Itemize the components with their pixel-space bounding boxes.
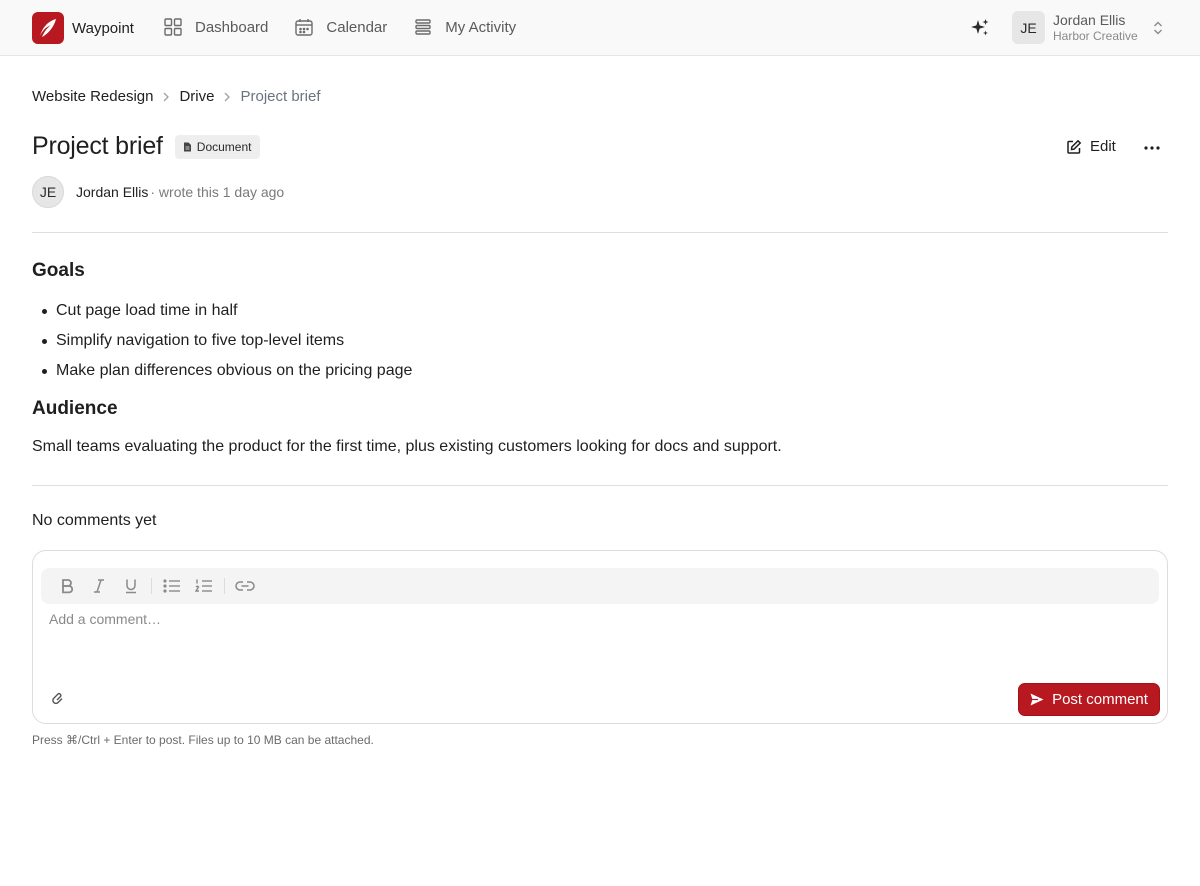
section-heading: Goals bbox=[32, 260, 85, 281]
comments-empty-title: No comments yet bbox=[32, 512, 157, 529]
toolbar-separator bbox=[151, 578, 152, 594]
main-nav: Dashboard Calendar My Activity bbox=[163, 17, 542, 37]
sparkle-icon bbox=[971, 19, 989, 36]
nav-label: My Activity bbox=[445, 18, 517, 36]
chevron-right-icon bbox=[223, 91, 231, 103]
goals-list: Cut page load time in half Simplify navi… bbox=[32, 296, 1168, 386]
breadcrumb-item-drive[interactable]: Drive bbox=[179, 88, 214, 105]
post-comment-label: Post comment bbox=[1052, 691, 1148, 708]
divider bbox=[32, 485, 1168, 486]
divider bbox=[32, 232, 1168, 233]
account-avatar: JE bbox=[1012, 11, 1045, 44]
type-badge: Document bbox=[174, 134, 260, 159]
formatting-toolbar bbox=[41, 568, 1159, 604]
ai-assistant-button[interactable] bbox=[969, 17, 991, 44]
title-row: Project brief Document bbox=[32, 132, 260, 161]
nav-item-my-activity[interactable]: My Activity bbox=[413, 17, 516, 37]
edit-button[interactable]: Edit bbox=[1066, 138, 1116, 155]
send-icon bbox=[1030, 693, 1044, 706]
breadcrumb: Website Redesign Drive Project brief bbox=[32, 88, 321, 105]
breadcrumb-item-current: Project brief bbox=[240, 88, 321, 105]
insert-link-button[interactable] bbox=[229, 568, 261, 604]
breadcrumb-item-project[interactable]: Website Redesign bbox=[32, 88, 153, 105]
page-title: Project brief bbox=[32, 132, 163, 160]
app-name: Waypoint bbox=[72, 19, 134, 37]
nav-item-dashboard[interactable]: Dashboard bbox=[163, 17, 268, 37]
underline-button[interactable] bbox=[115, 568, 147, 604]
list-item: Make plan differences obvious on the pri… bbox=[32, 356, 1168, 386]
post-comment-button[interactable]: Post comment bbox=[1018, 683, 1160, 716]
numbered-list-icon bbox=[195, 579, 212, 592]
edit-label: Edit bbox=[1090, 138, 1116, 155]
waypoint-logo-icon bbox=[32, 12, 64, 44]
nav-label: Calendar bbox=[326, 18, 388, 36]
section-paragraph: Small teams evaluating the product for t… bbox=[32, 438, 782, 455]
comment-editor: Post comment bbox=[32, 550, 1168, 724]
top-navigation: Waypoint Dashboard Calendar My Activity bbox=[0, 0, 1200, 56]
author-avatar[interactable]: JE bbox=[32, 176, 64, 208]
chevron-up-down-icon bbox=[1153, 21, 1162, 34]
account-name: Jordan Ellis bbox=[1053, 11, 1126, 28]
more-options-button[interactable] bbox=[1141, 138, 1163, 158]
bold-button[interactable] bbox=[51, 568, 83, 604]
document-icon bbox=[183, 142, 191, 151]
paperclip-icon bbox=[52, 693, 63, 705]
bulleted-list-icon bbox=[163, 579, 180, 593]
bulleted-list-button[interactable] bbox=[156, 568, 188, 604]
attach-file-button[interactable] bbox=[49, 690, 67, 708]
document-body: Goals Cut page load time in half Simplif… bbox=[32, 258, 1168, 458]
author-line: JE Jordan Ellis · wrote this 1 day ago bbox=[32, 176, 284, 208]
nav-label: Dashboard bbox=[195, 18, 269, 36]
italic-icon bbox=[94, 579, 104, 593]
calendar-icon bbox=[295, 19, 314, 36]
chevron-right-icon bbox=[162, 91, 170, 103]
list-item: Simplify navigation to five top-level it… bbox=[32, 326, 1168, 356]
type-badge-label: Document bbox=[196, 139, 252, 154]
bold-icon bbox=[62, 579, 74, 594]
comment-hint: Press ⌘/Ctrl + Enter to post. Files up t… bbox=[32, 733, 374, 747]
grid-icon bbox=[164, 18, 182, 36]
toolbar-separator bbox=[224, 578, 225, 594]
italic-button[interactable] bbox=[83, 568, 115, 604]
comment-input[interactable] bbox=[49, 611, 1149, 671]
section-heading: Audience bbox=[32, 398, 118, 419]
list-item: Cut page load time in half bbox=[32, 296, 1168, 326]
numbered-list-button[interactable] bbox=[188, 568, 220, 604]
author-meta: · wrote this 1 day ago bbox=[150, 184, 285, 200]
more-horizontal-icon bbox=[1144, 146, 1160, 150]
link-icon bbox=[235, 581, 255, 591]
edit-icon bbox=[1067, 139, 1082, 154]
brand[interactable]: Waypoint bbox=[32, 12, 134, 44]
underline-icon bbox=[126, 579, 136, 594]
account-details: Jordan Ellis Harbor Creative bbox=[1053, 12, 1138, 44]
author-name[interactable]: Jordan Ellis bbox=[76, 184, 148, 200]
activity-icon bbox=[415, 19, 431, 35]
account-switcher[interactable]: JE Jordan Ellis Harbor Creative bbox=[1012, 11, 1164, 44]
nav-item-calendar[interactable]: Calendar bbox=[294, 17, 387, 37]
account-org: Harbor Creative bbox=[1053, 28, 1138, 43]
